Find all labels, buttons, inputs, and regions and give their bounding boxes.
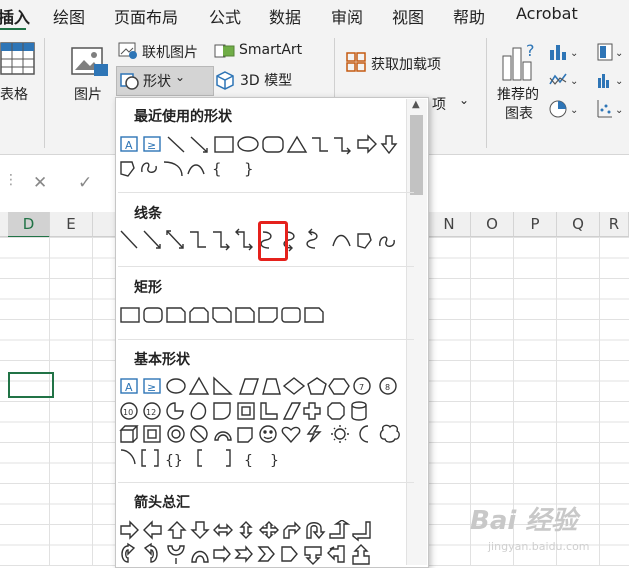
confirm-icon[interactable]: ✓ [78,173,92,193]
svg-text:{}: {} [165,453,183,469]
dropdown-scrollbar[interactable]: ▲ [406,99,427,565]
column-header-d[interactable]: D [8,212,50,238]
shapes-label: 形状 [143,74,171,90]
watermark-url: jingyan.baidu.com [488,540,590,553]
rectangles-row[interactable] [118,305,408,327]
section-rectangles: 矩形 [134,280,162,296]
scatter-chart-icon[interactable]: ⌄ [596,98,626,120]
scroll-up-icon[interactable]: ▲ [412,99,420,110]
tab-insert[interactable]: 插入 [0,4,30,28]
line-chart-icon[interactable]: ⌄ [548,70,582,90]
column-header-f[interactable] [93,212,116,236]
menu-bar: 插入 绘图 页面布局 公式 数据 审阅 视图 帮助 Acrobat [0,0,629,31]
svg-text:A: A [125,139,133,152]
column-header-p[interactable]: P [514,212,557,236]
svg-text:{: { [212,160,222,178]
recommended-charts-label-1[interactable]: 推荐的 [497,84,539,104]
hierarchy-chart-icon[interactable]: ⌄ [596,42,626,62]
tab-acrobat[interactable]: Acrobat [516,4,578,23]
tab-page-layout[interactable]: 页面布局 [114,4,178,28]
svg-text:12: 12 [146,408,156,417]
recommended-charts-label-2[interactable]: 图表 [505,103,533,123]
recommended-charts-icon[interactable]: ? [500,42,538,82]
basic-shapes-grid[interactable]: A ≥ 7 8 10 12 {} {} [118,376,408,472]
svg-text:8: 8 [385,383,390,392]
chevron-down-icon[interactable]: ⌄ [459,93,469,107]
svg-text:≥: ≥ [147,381,156,394]
section-basic-shapes: 基本形状 [134,352,190,368]
my-addins-label[interactable]: 项 [432,94,446,114]
block-arrows-grid[interactable] [118,520,408,566]
grid-line [92,237,93,566]
svg-text:10: 10 [123,408,133,417]
column-header-o[interactable]: O [471,212,514,236]
section-lines: 线条 [134,206,162,222]
tab-review[interactable]: 审阅 [331,4,363,28]
svg-text:}: } [244,160,254,178]
cancel-icon[interactable]: ✕ [33,173,47,193]
3d-model-icon[interactable] [215,70,235,90]
picture-label[interactable]: 图片 [74,84,102,104]
grid-line [599,237,600,566]
shapes-button[interactable]: 形状 ⌄ [116,66,214,96]
drag-handle-icon[interactable]: ⋮ [4,172,18,188]
statistic-chart-icon[interactable]: ⌄ [596,70,626,90]
online-picture-icon[interactable] [118,42,138,60]
tab-data[interactable]: 数据 [269,4,301,28]
chevron-down-icon: ⌄ [175,70,186,84]
svg-text:7: 7 [359,383,364,392]
column-header-e[interactable]: E [50,212,93,236]
watermark: Bai 经验 [470,506,578,536]
svg-text:{: { [244,453,253,469]
grid-line [49,237,50,566]
table-label[interactable]: 表格 [0,84,28,104]
tab-formulas[interactable]: 公式 [209,4,241,28]
svg-text:⌄: ⌄ [615,76,623,87]
svg-text:A: A [125,381,133,394]
smartart-label[interactable]: SmartArt [239,42,302,58]
recent-shapes-row[interactable]: A ≥ { } [118,134,408,180]
svg-text:⌄: ⌄ [615,105,623,116]
table-icon[interactable] [0,42,36,76]
selected-cell[interactable] [8,372,54,398]
section-block-arrows: 箭头总汇 [134,495,190,511]
curve-connector-highlight[interactable] [258,221,288,261]
svg-text:}: } [270,453,279,469]
tab-draw[interactable]: 绘图 [53,4,85,28]
column-header-q[interactable]: Q [557,212,600,236]
section-recent-shapes: 最近使用的形状 [134,109,232,125]
tab-view[interactable]: 视图 [392,4,424,28]
scrollbar-thumb[interactable] [410,115,423,195]
section-divider [118,482,414,483]
svg-text:⌄: ⌄ [570,48,578,59]
section-divider [118,339,414,340]
3d-model-label[interactable]: 3D 模型 [240,70,292,90]
online-picture-label[interactable]: 联机图片 [142,42,198,62]
get-addins-icon[interactable] [346,52,366,72]
column-chart-icon[interactable]: ⌄ [548,42,582,62]
svg-text:≥: ≥ [147,139,156,152]
svg-text:⌄: ⌄ [570,76,578,87]
section-divider [118,266,414,267]
column-header-r[interactable]: R [600,212,629,236]
column-header-n[interactable]: N [428,212,471,236]
ribbon-separator [44,38,45,148]
tab-help[interactable]: 帮助 [453,4,485,28]
ribbon-separator [486,38,487,148]
get-addins-label[interactable]: 获取加载项 [371,54,441,74]
pie-chart-icon[interactable]: ⌄ [548,98,582,120]
picture-icon[interactable] [70,46,110,82]
svg-text:?: ? [526,42,535,60]
section-divider [118,192,414,193]
shapes-icon [120,73,139,90]
svg-text:⌄: ⌄ [615,48,623,59]
smartart-icon[interactable] [214,42,236,60]
svg-text:⌄: ⌄ [570,105,578,116]
